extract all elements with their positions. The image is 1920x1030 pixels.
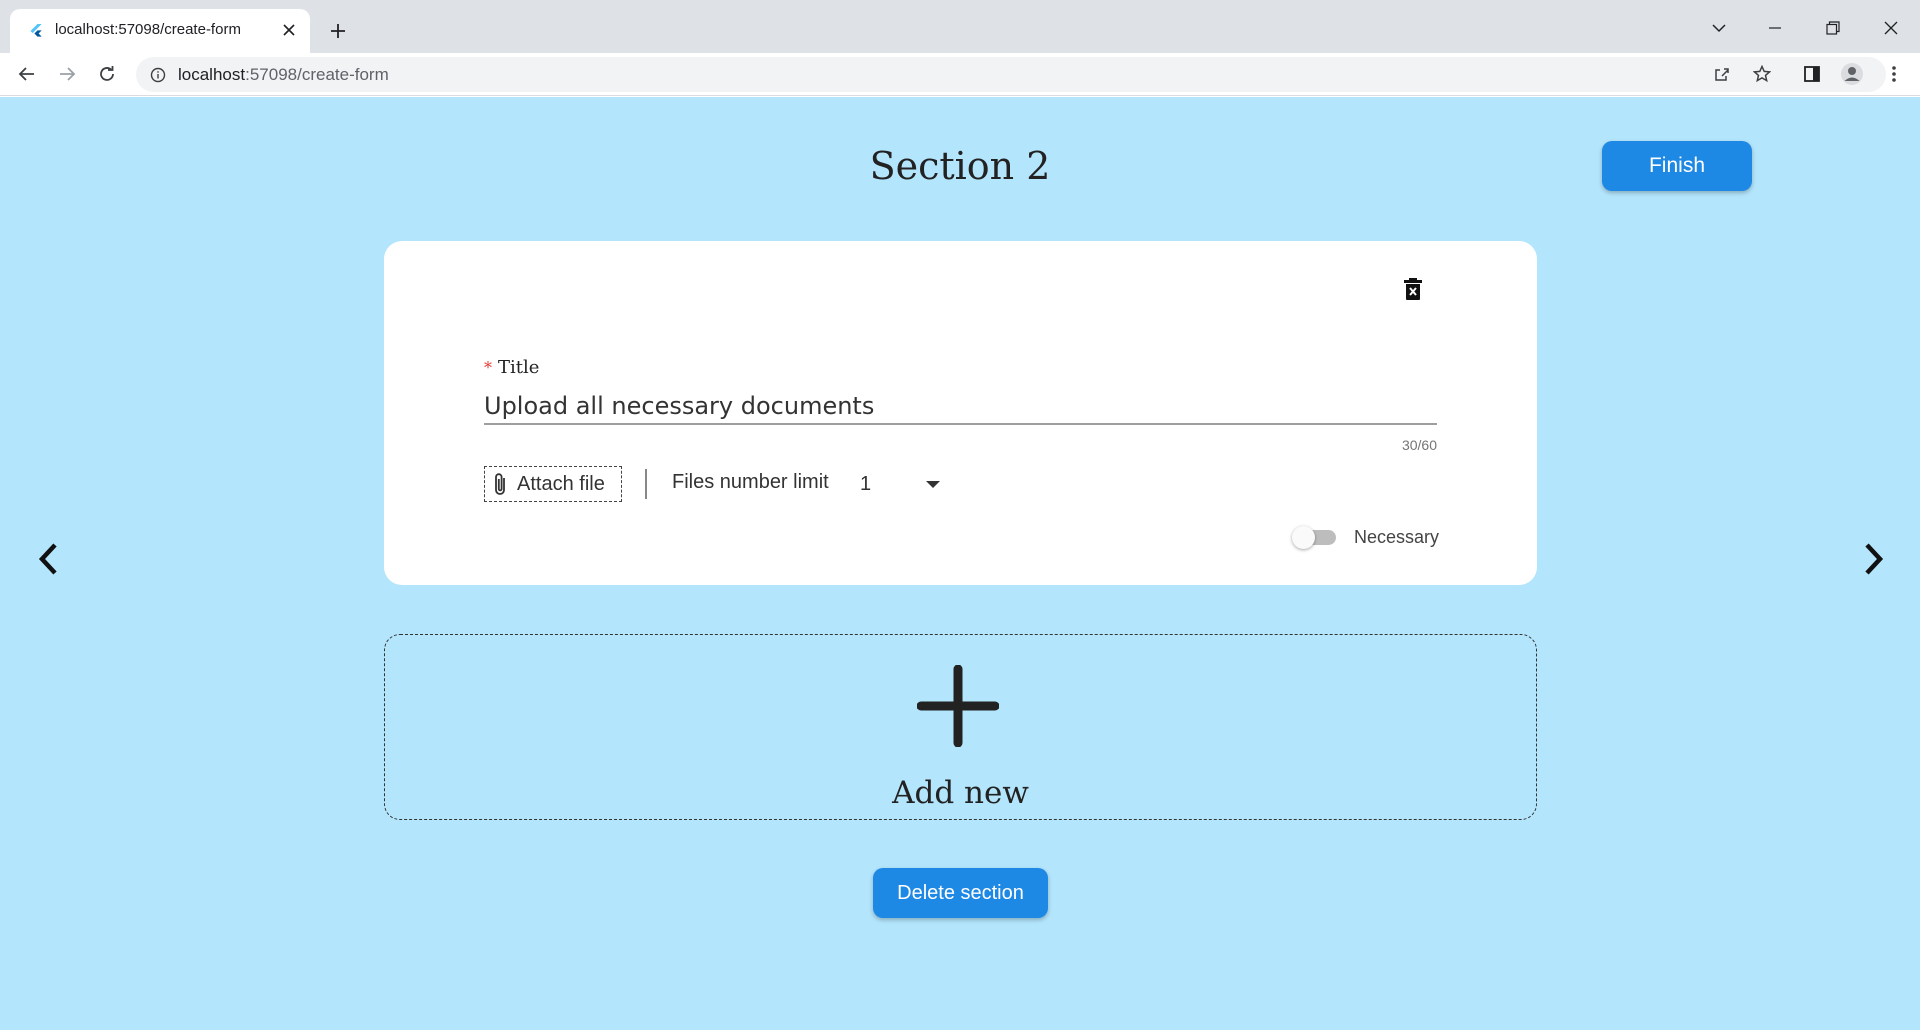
back-arrow-icon[interactable] [12,59,42,89]
star-icon[interactable] [1749,61,1775,87]
create-form-page: Section 2 Finish *Title 30/60 Attach fil… [0,97,1920,1030]
next-section-arrow-icon[interactable] [1856,539,1892,579]
files-limit-dropdown[interactable]: 1 [860,466,940,502]
files-limit-value: 1 [860,472,872,495]
browser-tabstrip: localhost:57098/create-form [0,0,1920,53]
necessary-toggle[interactable] [1290,523,1338,551]
dropdown-caret-icon [926,481,940,488]
required-marker: * [484,358,492,377]
attach-file-label: Attach file [517,472,605,495]
attach-file-button[interactable]: Attach file [484,466,622,502]
chevron-down-icon[interactable] [1699,10,1739,46]
paperclip-icon [495,473,505,495]
share-icon[interactable] [1709,61,1735,87]
necessary-label: Necessary [1354,527,1440,547]
flutter-favicon-icon [30,24,42,37]
address-bar[interactable]: localhost:57098/create-form [136,57,1886,92]
url-text: localhost:57098/create-form [178,65,389,84]
add-new-label: Add new [892,775,1029,811]
question-card: *Title 30/60 Attach file Files number li… [384,241,1537,585]
files-limit-label: Files number limit [672,471,829,493]
browser-toolbar: localhost:57098/create-form [0,53,1920,96]
info-icon[interactable] [150,67,166,83]
profile-icon[interactable] [1839,61,1865,87]
title-field-label: * Title [484,357,540,378]
browser-tab-active[interactable]: localhost:57098/create-form [10,9,310,53]
delete-question-icon[interactable] [1400,275,1426,303]
close-icon[interactable] [278,19,300,41]
side-panel-icon[interactable] [1799,61,1825,87]
tab-title: localhost:57098/create-form [55,21,241,38]
previous-section-arrow-icon[interactable] [30,539,66,579]
finish-button[interactable]: Finish [1602,141,1752,191]
close-window-icon[interactable] [1871,10,1911,46]
divider [645,469,647,499]
title-input[interactable] [484,389,1437,425]
plus-icon[interactable] [324,17,352,45]
minimize-icon[interactable] [1755,10,1795,46]
restore-icon[interactable] [1813,10,1853,46]
forward-arrow-icon[interactable] [52,59,82,89]
reload-icon[interactable] [92,59,122,89]
add-new-button[interactable]: Add new [384,634,1537,820]
char-counter: 30/60 [1401,437,1437,453]
kebab-menu-icon[interactable] [1881,61,1907,87]
plus-icon [917,665,999,747]
delete-section-button[interactable]: Delete section [873,868,1048,918]
